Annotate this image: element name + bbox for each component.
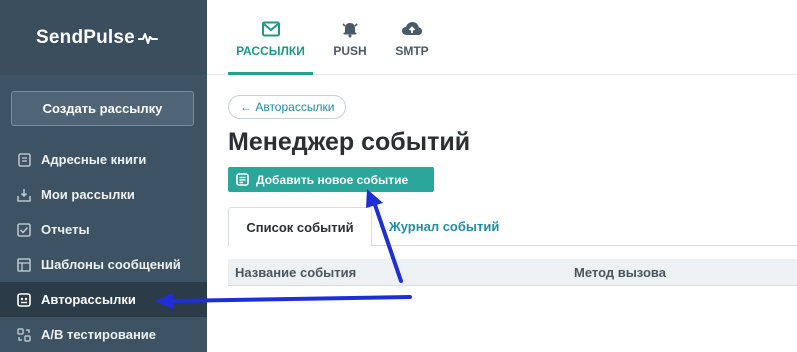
tab-campaigns[interactable]: РАССЫЛКИ: [228, 0, 313, 75]
sidebar-item-reports[interactable]: Отчеты: [0, 212, 207, 247]
tab-label: PUSH: [333, 43, 367, 58]
sidebar: SendPulse Создать рассылку Адресные книг…: [0, 0, 207, 352]
back-to-autoresponders-link[interactable]: ← Авторассылки: [228, 95, 347, 119]
sidebar-item-autoresponders[interactable]: Авторассылки: [0, 282, 207, 317]
sidebar-item-my-campaigns[interactable]: Мои рассылки: [0, 177, 207, 212]
template-icon: [17, 257, 31, 272]
add-new-event-label: Добавить новое событие: [256, 172, 409, 187]
pulse-icon: [137, 32, 158, 44]
address-book-icon: [17, 152, 31, 167]
column-header-event-name[interactable]: Название события: [235, 259, 356, 286]
tab-event-log[interactable]: Журнал событий: [389, 207, 499, 246]
autoresponder-icon: [17, 292, 31, 307]
sendpulse-logo[interactable]: SendPulse: [36, 27, 158, 49]
bell-icon: [341, 18, 359, 40]
sidebar-item-ab-testing[interactable]: A/B тестирование: [0, 317, 207, 352]
tab-label: SMTP: [395, 43, 429, 58]
top-nav: РАССЫЛКИ PUSH SMTP: [207, 0, 797, 75]
tab-label: РАССЫЛКИ: [236, 43, 305, 58]
sidebar-item-address-books[interactable]: Адресные книги: [0, 142, 207, 177]
events-table-header: Название события Метод вызова: [228, 259, 797, 286]
create-campaign-button[interactable]: Создать рассылку: [11, 91, 194, 126]
logo-text: SendPulse: [36, 26, 135, 48]
tab-event-list[interactable]: Список событий: [228, 207, 372, 247]
sidebar-item-label: Мои рассылки: [41, 187, 135, 202]
page-title: Менеджер событий: [228, 128, 471, 156]
tab-push[interactable]: PUSH: [325, 0, 375, 75]
sidebar-item-templates[interactable]: Шаблоны сообщений: [0, 247, 207, 282]
chart-check-icon: [17, 222, 31, 237]
event-tabs: Список событий Журнал событий: [228, 207, 797, 247]
add-new-event-button[interactable]: Добавить новое событие: [228, 167, 434, 192]
cloud-upload-icon: [401, 18, 423, 40]
tab-smtp[interactable]: SMTP: [387, 0, 437, 75]
event-icon: [236, 173, 249, 186]
mail-icon: [261, 18, 280, 40]
sidebar-item-label: Адресные книги: [41, 152, 147, 167]
sidebar-item-label: Шаблоны сообщений: [41, 257, 181, 272]
sidebar-item-label: Авторассылки: [41, 292, 136, 307]
column-header-call-method[interactable]: Метод вызова: [574, 259, 666, 286]
sidebar-item-label: Отчеты: [41, 222, 90, 237]
sidebar-nav: Адресные книги Мои рассылки Отчеты Шабло…: [0, 142, 207, 352]
inbox-icon: [17, 188, 31, 202]
logo-area: SendPulse: [0, 0, 207, 75]
ab-test-icon: [17, 327, 31, 342]
sidebar-item-label: A/B тестирование: [41, 327, 157, 342]
